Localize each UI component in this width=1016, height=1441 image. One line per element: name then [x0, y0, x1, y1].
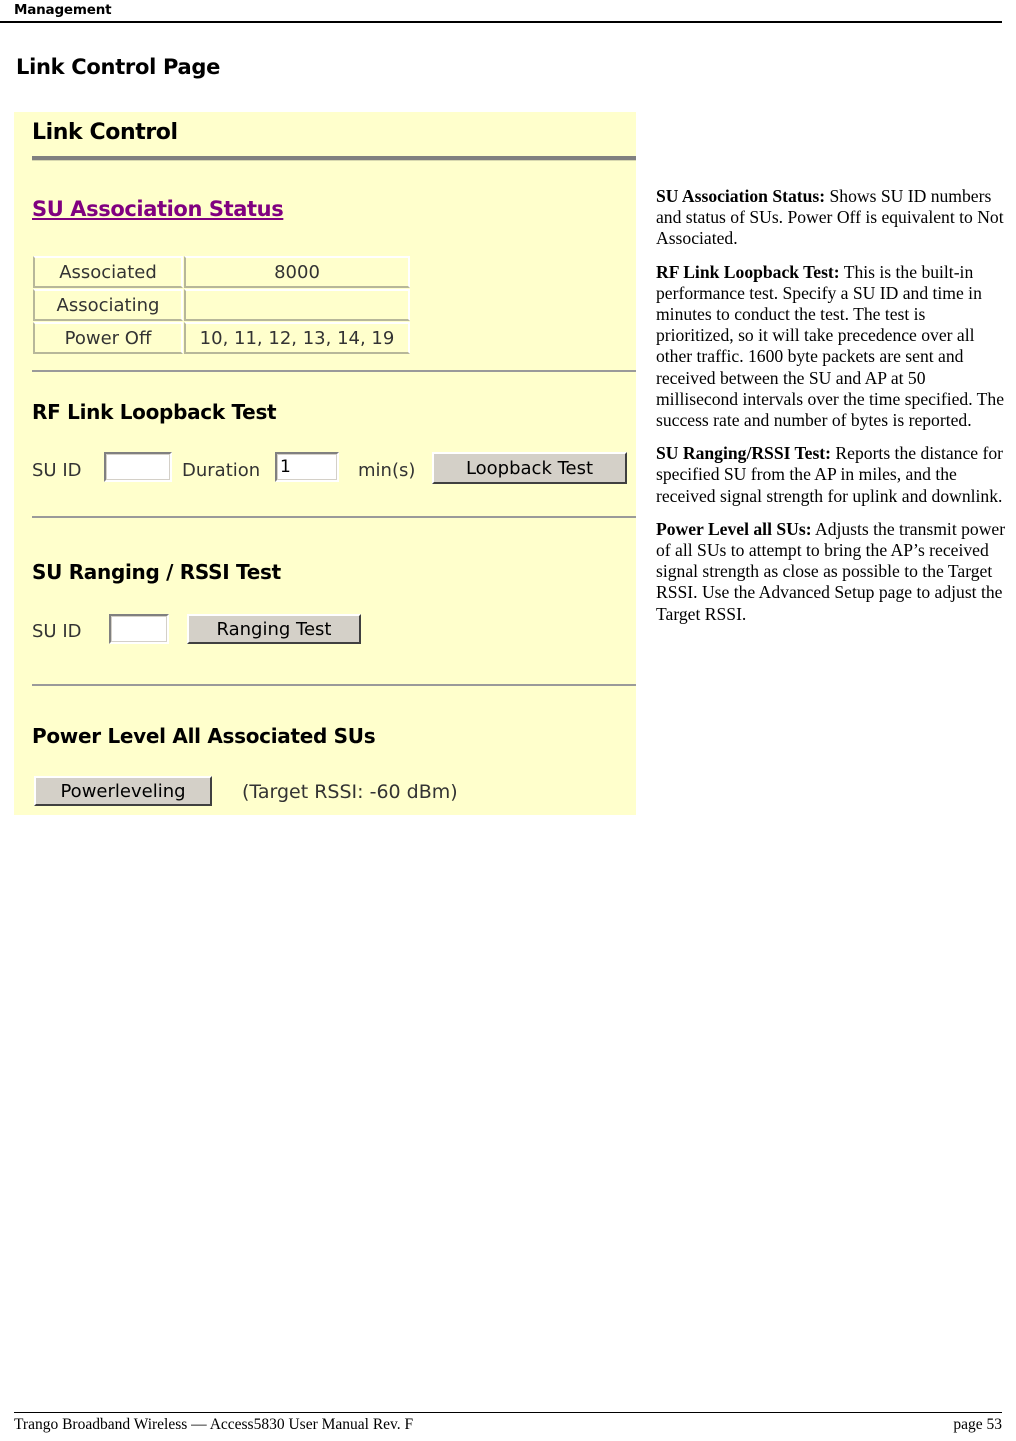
su-association-status-table: Associated 8000 Associating Power Off 10… — [32, 255, 411, 355]
ranging-su-id-label: SU ID — [32, 621, 82, 642]
description-rf-loopback: RF Link Loopback Test: This is the built… — [656, 262, 1006, 432]
power-level-heading: Power Level All Associated SUs — [32, 724, 376, 748]
loopback-test-button[interactable]: Loopback Test — [432, 452, 627, 484]
status-label-power-off: Power Off — [33, 322, 183, 354]
running-header-text: Management — [14, 2, 112, 18]
footer-rule — [14, 1412, 1002, 1413]
page-footer: Trango Broadband Wireless — Access5830 U… — [14, 1416, 1002, 1434]
description-term: SU Ranging/RSSI Test: — [656, 443, 832, 464]
loopback-duration-input[interactable] — [275, 452, 339, 482]
table-row: Power Off 10, 11, 12, 13, 14, 19 — [33, 322, 410, 354]
rf-loopback-heading: RF Link Loopback Test — [32, 400, 277, 424]
su-ranging-heading: SU Ranging / RSSI Test — [32, 560, 281, 584]
description-term: SU Association Status: — [656, 186, 826, 206]
loopback-units-label: min(s) — [358, 460, 416, 481]
status-value-associating — [184, 289, 410, 321]
status-label-associating: Associating — [33, 289, 183, 321]
status-value-associated: 8000 — [184, 256, 410, 288]
powerleveling-button[interactable]: Powerleveling — [34, 776, 212, 806]
description-term: Power Level all SUs: — [656, 518, 812, 539]
description-term: RF Link Loopback Test: — [656, 261, 840, 282]
status-label-associated: Associated — [33, 256, 183, 288]
title-divider — [32, 156, 636, 161]
section-divider-3 — [32, 684, 636, 686]
ranging-su-id-input[interactable] — [109, 614, 169, 644]
loopback-duration-label: Duration — [182, 460, 261, 481]
description-su-ranging: SU Ranging/RSSI Test: Reports the distan… — [656, 443, 1006, 507]
link-control-screenshot: Link Control SU Association Status Assoc… — [14, 112, 636, 815]
screenshot-title: Link Control — [32, 120, 178, 145]
running-header: Management — [0, 0, 1002, 26]
section-divider-2 — [32, 516, 636, 518]
su-association-status-link[interactable]: SU Association Status — [32, 197, 284, 221]
ranging-test-button[interactable]: Ranging Test — [187, 614, 361, 644]
description-power-level: Power Level all SUs: Adjusts the transmi… — [656, 519, 1006, 625]
description-text: This is the built-in performance test. S… — [656, 261, 1005, 431]
table-row: Associated 8000 — [33, 256, 410, 288]
loopback-su-id-input[interactable] — [104, 452, 172, 482]
footer-page-number: page 53 — [953, 1416, 1002, 1433]
header-rule — [0, 21, 1002, 23]
status-value-power-off: 10, 11, 12, 13, 14, 19 — [184, 322, 410, 354]
loopback-su-id-label: SU ID — [32, 460, 82, 481]
page-title: Link Control Page — [16, 55, 221, 79]
table-row: Associating — [33, 289, 410, 321]
target-rssi-note: (Target RSSI: -60 dBm) — [242, 781, 458, 803]
description-su-association: SU Association Status: Shows SU ID numbe… — [656, 186, 1006, 250]
description-column: SU Association Status: Shows SU ID numbe… — [656, 186, 1006, 637]
footer-left-text: Trango Broadband Wireless — Access5830 U… — [14, 1416, 414, 1433]
section-divider-1 — [32, 370, 636, 372]
